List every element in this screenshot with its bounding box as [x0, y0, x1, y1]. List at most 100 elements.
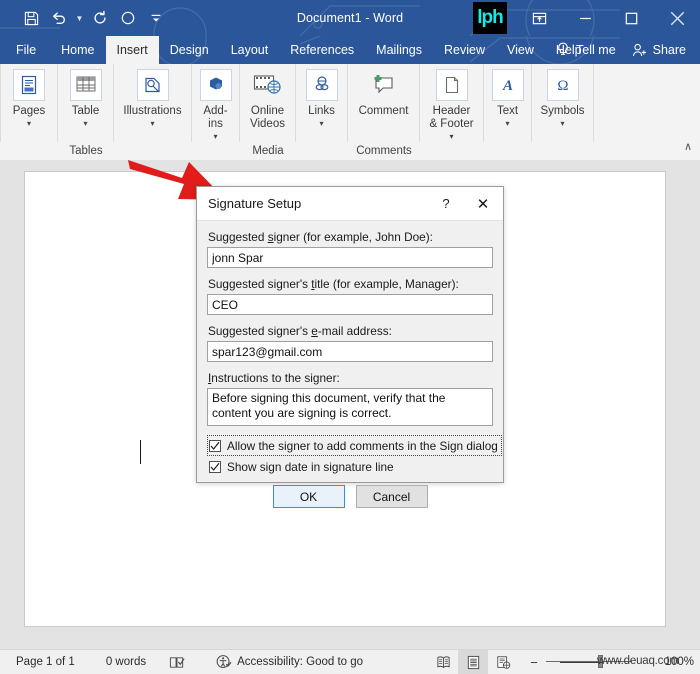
ribbon-button-addins[interactable]: Add-ins ▾: [192, 64, 240, 142]
tab-home[interactable]: Home: [50, 36, 105, 64]
watermark-underline: [560, 662, 602, 663]
ribbon-button-header-footer[interactable]: Header & Footer ▾: [420, 64, 484, 142]
ribbon-command-groups: Pages ▾ Table ▾ Illustrations ▾ Add-ins …: [0, 64, 594, 142]
window-controls: [516, 0, 700, 36]
page-indicator[interactable]: Page 1 of 1: [0, 650, 84, 674]
text-label: Text: [496, 105, 519, 117]
ribbon-button-symbols[interactable]: Ω Symbols ▾: [532, 64, 594, 142]
view-print-layout-button[interactable]: [458, 650, 488, 674]
quick-access-toolbar: ▼: [18, 0, 169, 36]
header-footer-label: Header & Footer: [429, 105, 474, 130]
online-videos-label: Online Videos: [250, 105, 285, 130]
instructions-textarea[interactable]: Before signing this document, verify tha…: [207, 388, 493, 426]
accessibility-status[interactable]: Accessibility: Good to go: [194, 650, 372, 674]
view-read-mode-button[interactable]: [428, 650, 458, 674]
zoom-out-button[interactable]: −: [528, 655, 540, 670]
zoom-level[interactable]: 100%: [656, 656, 700, 668]
symbols-chevron-down-icon[interactable]: ▾: [560, 119, 564, 128]
suggested-signer-email-label: Suggested signer's e-mail address:: [208, 324, 392, 338]
links-label: Links: [308, 105, 335, 117]
maximize-icon[interactable]: [608, 0, 654, 36]
links-icon: [305, 69, 338, 101]
table-chevron-down-icon[interactable]: ▾: [83, 119, 87, 128]
table-label: Table: [71, 105, 100, 117]
tab-design[interactable]: Design: [159, 36, 220, 64]
illustrations-chevron-down-icon[interactable]: ▾: [150, 119, 154, 128]
dialog-buttons: OK Cancel: [207, 485, 493, 508]
ribbon-tabs: File Home Insert Design Layout Reference…: [0, 36, 593, 64]
addins-chevron-down-icon[interactable]: ▾: [213, 132, 217, 141]
ribbon-button-links[interactable]: Links ▾: [296, 64, 348, 142]
checkmark-icon: [209, 439, 221, 452]
show-sign-date-label: Show sign date in signature line: [227, 459, 394, 474]
view-web-layout-button[interactable]: [488, 650, 518, 674]
tab-layout[interactable]: Layout: [220, 36, 280, 64]
ribbon-button-online-videos[interactable]: Online Videos: [240, 64, 296, 142]
header-footer-chevron-down-icon[interactable]: ▾: [449, 132, 453, 141]
tab-mailings[interactable]: Mailings: [365, 36, 433, 64]
tab-references[interactable]: References: [279, 36, 365, 64]
ribbon-button-comment[interactable]: Comment: [348, 64, 420, 142]
dialog-close-icon[interactable]: ✕: [463, 188, 503, 220]
text-chevron-down-icon[interactable]: ▾: [505, 119, 509, 128]
svg-text:Ω: Ω: [557, 78, 568, 94]
minimize-icon[interactable]: [562, 0, 608, 36]
ribbon-tab-strip: File Home Insert Design Layout Reference…: [0, 36, 700, 64]
illustrations-label: Illustrations: [123, 105, 182, 117]
cancel-button[interactable]: Cancel: [355, 485, 428, 508]
pages-icon: [13, 69, 45, 101]
undo-dropdown-chevron-icon[interactable]: ▼: [74, 14, 85, 23]
redo-icon[interactable]: [87, 5, 113, 31]
chevron-down-icon[interactable]: [143, 5, 169, 31]
addins-label: Add-ins: [203, 105, 228, 130]
ribbon-button-text[interactable]: A Text ▾: [484, 64, 532, 142]
help-icon[interactable]: ?: [429, 188, 463, 220]
pages-chevron-down-icon[interactable]: ▾: [27, 119, 31, 128]
person-add-icon: [632, 42, 648, 58]
title-bar: ▼ Document1 - Word lph: [0, 0, 700, 36]
tab-file[interactable]: File: [0, 36, 50, 64]
group-title-media: Media: [252, 145, 284, 157]
dialog-title-bar: Signature Setup ? ✕: [197, 187, 503, 221]
instructions-label: Instructions to the signer:: [208, 371, 340, 385]
header-footer-icon: [435, 69, 468, 101]
save-icon[interactable]: [18, 5, 44, 31]
symbols-label: Symbols: [540, 105, 585, 117]
group-title-tables: Tables: [69, 145, 103, 157]
ribbon-button-table[interactable]: Table ▾: [58, 64, 114, 142]
checkmark-icon: [209, 460, 221, 473]
suggested-signer-label: Suggested signer (for example, John Doe)…: [208, 230, 433, 244]
word-count[interactable]: 0 words: [84, 650, 155, 674]
allow-comments-label: Allow the signer to add comments in the …: [227, 438, 498, 453]
links-chevron-down-icon[interactable]: ▾: [319, 119, 323, 128]
suggested-signer-email-input[interactable]: [207, 341, 493, 362]
comment-icon: [368, 69, 400, 101]
share-button[interactable]: Share: [626, 36, 696, 64]
addins-icon: [199, 69, 232, 101]
ok-button[interactable]: OK: [272, 485, 345, 508]
proofing-icon[interactable]: [155, 650, 194, 674]
dialog-body: Suggested signer (for example, John Doe)…: [197, 221, 503, 508]
svg-text:A: A: [501, 78, 512, 94]
tab-view[interactable]: View: [496, 36, 545, 64]
collapse-ribbon-icon[interactable]: ∧: [684, 140, 692, 153]
ribbon-button-illustrations[interactable]: Illustrations ▾: [114, 64, 192, 142]
close-icon[interactable]: [654, 0, 700, 36]
tell-me-button[interactable]: Tell me: [548, 36, 624, 64]
tab-insert[interactable]: Insert: [105, 36, 159, 64]
accessibility-label: Accessibility: Good to go: [237, 656, 364, 668]
allow-comments-checkbox-row[interactable]: Allow the signer to add comments in the …: [207, 435, 502, 456]
suggested-signer-title-input[interactable]: [207, 294, 493, 315]
comment-label: Comment: [358, 105, 409, 117]
ribbon-button-pages[interactable]: Pages ▾: [0, 64, 58, 142]
suggested-signer-input[interactable]: [207, 247, 493, 268]
ribbon-group-titles: Tables Media Comments: [0, 142, 700, 236]
undo-icon[interactable]: [46, 5, 72, 31]
lightbulb-icon: [556, 42, 570, 58]
word-window: ▼ Document1 - Word lph File Home Insert …: [0, 0, 700, 674]
pages-label: Pages: [12, 105, 46, 117]
tab-review[interactable]: Review: [433, 36, 496, 64]
circle-icon[interactable]: [115, 5, 141, 31]
ribbon-options-icon[interactable]: [516, 0, 562, 36]
show-sign-date-checkbox-row[interactable]: Show sign date in signature line: [209, 458, 493, 475]
